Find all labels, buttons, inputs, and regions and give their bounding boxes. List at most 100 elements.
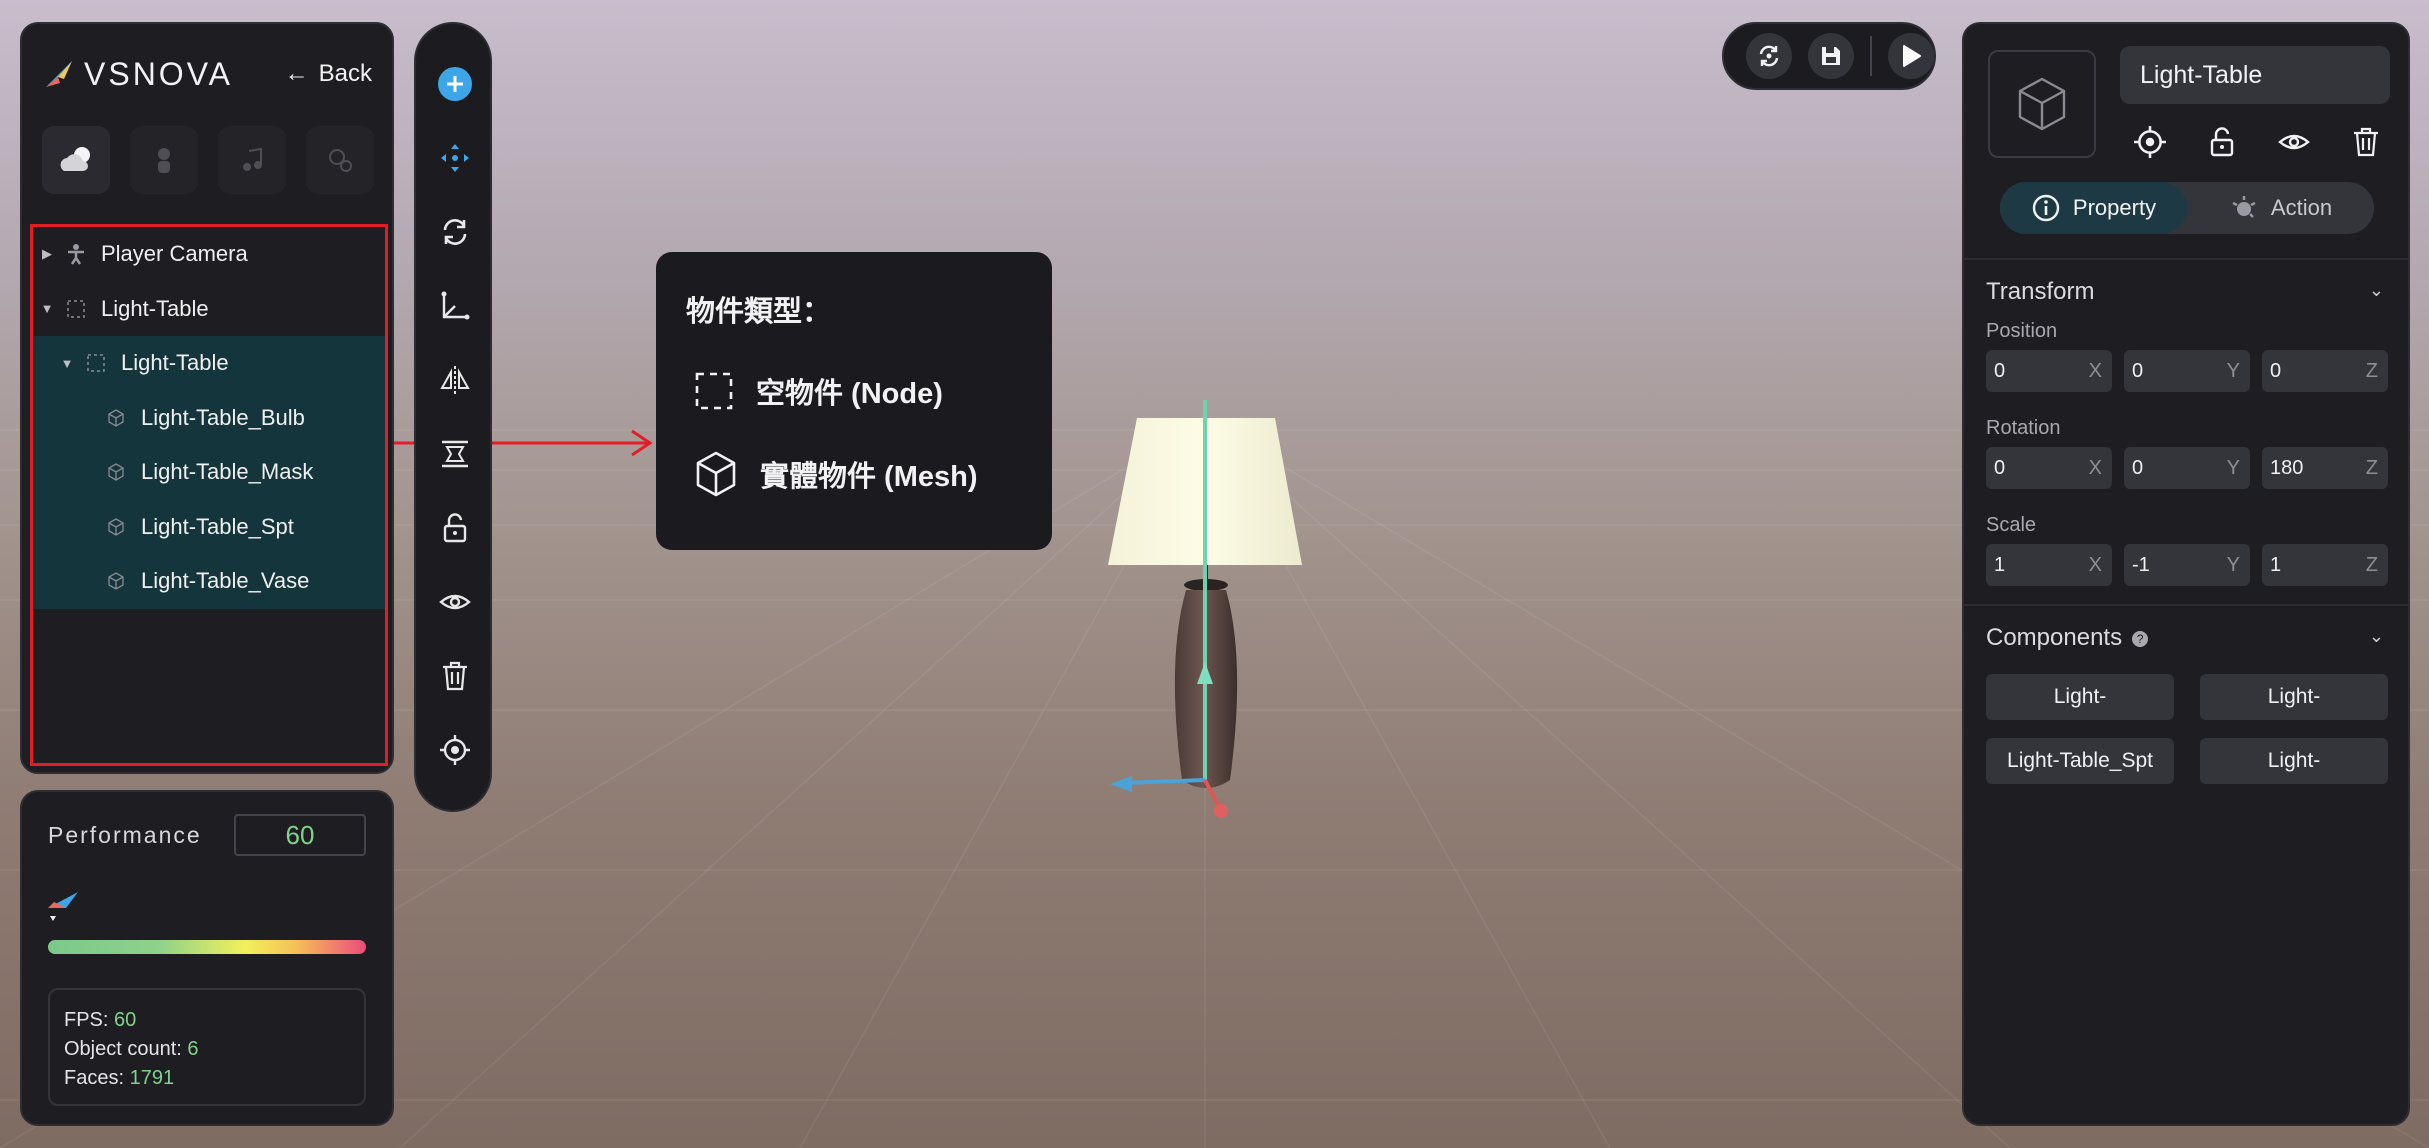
scene-tool-row	[42, 126, 374, 194]
component-button[interactable]: Light-	[2200, 674, 2388, 720]
move-arrows-icon	[441, 144, 469, 172]
performance-label: Performance	[48, 821, 202, 848]
header-row: VSNOVA ← Back	[44, 54, 372, 94]
rotation-x-field[interactable]: 0X	[1986, 447, 2112, 489]
rotate-tool-button[interactable]	[435, 212, 475, 252]
transform-toolbar	[414, 22, 492, 812]
move-tool-button[interactable]	[435, 138, 475, 178]
inspector-divider	[1964, 604, 2408, 606]
tree-item-spt[interactable]: Light-Table_Spt	[33, 499, 385, 554]
arrow-left-icon: ←	[284, 60, 309, 87]
mesh-icon	[2018, 77, 2066, 131]
scale-tool-button[interactable]	[435, 286, 475, 326]
caret-down-icon[interactable]: ▼	[59, 356, 75, 371]
inspector-divider	[1964, 258, 2408, 260]
align-icon	[442, 440, 468, 468]
play-icon	[1903, 45, 1921, 67]
delete-tool-button[interactable]	[435, 656, 475, 696]
focus-object-button[interactable]	[2130, 122, 2170, 162]
hierarchy-panel: VSNOVA ← Back ▶ Player Camera ▼ Light-Ta…	[20, 22, 394, 774]
hierarchy-tree: ▶ Player Camera ▼ Light-Table ▼ Light-Ta…	[30, 224, 388, 766]
eye-icon	[2278, 134, 2310, 150]
mesh-icon	[105, 461, 127, 483]
info-icon	[2032, 194, 2060, 222]
plus-circle-icon	[438, 67, 472, 101]
lock-object-button[interactable]	[2202, 122, 2242, 162]
axis-icon	[441, 291, 470, 320]
visibility-object-button[interactable]	[2274, 122, 2314, 162]
audio-button[interactable]	[218, 126, 286, 194]
align-tool-button[interactable]	[435, 434, 475, 474]
sparkle-icon	[2232, 196, 2256, 218]
object-count-stat: Object count: 6	[64, 1038, 199, 1060]
avatar-button[interactable]	[130, 126, 198, 194]
tab-action-label: Action	[2270, 195, 2333, 220]
component-button[interactable]: Light-Table_Spt	[1986, 738, 2174, 784]
scale-y-field[interactable]: -1 Y	[2124, 544, 2250, 586]
rotation-label: Rotation	[1986, 417, 2061, 439]
back-label: Back	[318, 60, 372, 87]
trash-icon	[443, 661, 467, 691]
tree-item-label: Player Camera	[101, 241, 248, 267]
reset-view-button[interactable]	[1746, 33, 1792, 79]
logo-icon	[46, 61, 72, 87]
performance-header: Performance 60	[48, 814, 366, 856]
tooltip-mesh-label: 實體物件 (Mesh)	[760, 461, 978, 493]
logo-text: VSNOVA	[84, 55, 233, 92]
caret-right-icon[interactable]: ▶	[39, 246, 55, 262]
settings-cog-icon	[329, 149, 352, 172]
position-z-field[interactable]: 0Z	[2262, 350, 2388, 392]
save-button[interactable]	[1808, 33, 1854, 79]
tree-item-mask[interactable]: Light-Table_Mask	[33, 445, 385, 500]
chevron-down-icon[interactable]: ⌄	[2369, 280, 2384, 301]
mesh-icon	[696, 451, 736, 497]
lamp-model[interactable]	[1080, 400, 1340, 840]
tree-item-label: Light-Table_Vase	[141, 568, 310, 594]
tooltip-node-label: 空物件 (Node)	[756, 378, 943, 410]
component-button[interactable]: Light-	[2200, 738, 2388, 784]
position-y-field[interactable]: 0Y	[2124, 350, 2250, 392]
delete-object-button[interactable]	[2346, 122, 2386, 162]
node-icon	[65, 298, 87, 320]
lock-tool-button[interactable]	[435, 508, 475, 548]
object-type-tooltip: 物件類型： 空物件 (Node) 實體物件 (Mesh)	[656, 252, 1052, 550]
add-object-button[interactable]	[435, 64, 475, 104]
scale-z-field[interactable]: 1Z	[2262, 544, 2388, 586]
rotation-y-field[interactable]: 0Y	[2124, 447, 2250, 489]
object-name-field[interactable]: Light-Table	[2120, 46, 2390, 104]
chevron-down-icon[interactable]: ⌄	[2369, 626, 2384, 647]
fps-stat: FPS: 60	[64, 1009, 137, 1031]
tab-action[interactable]: Action	[2187, 182, 2374, 234]
focus-tool-button[interactable]	[435, 730, 475, 770]
component-button[interactable]: Light-	[1986, 674, 2174, 720]
caret-down-icon[interactable]: ▼	[39, 301, 55, 316]
node-icon	[85, 352, 107, 374]
tree-item-vase[interactable]: Light-Table_Vase	[33, 554, 385, 609]
performance-stats: FPS: 60 Object count: 6 Faces: 1791	[48, 988, 366, 1106]
play-button[interactable]	[1888, 33, 1934, 79]
scale-x-field[interactable]: 1X	[1986, 544, 2112, 586]
back-button[interactable]: ← Back	[285, 60, 372, 88]
position-x-field[interactable]: 0X	[1986, 350, 2112, 392]
tab-property[interactable]: Property	[2000, 182, 2187, 234]
rotation-z-field[interactable]: 180 Z	[2262, 447, 2388, 489]
tree-item-bulb[interactable]: Light-Table_Bulb	[33, 390, 385, 445]
tree-item-light-table[interactable]: ▼ Light-Table	[33, 336, 385, 391]
tree-item-label: Light-Table	[121, 350, 229, 376]
visibility-tool-button[interactable]	[435, 582, 475, 622]
tree-item-light-table-root[interactable]: ▼ Light-Table	[33, 282, 385, 337]
tab-property-label: Property	[2072, 195, 2157, 220]
inspector-tabs: Property Action	[2000, 182, 2374, 234]
mirror-icon	[440, 366, 470, 394]
music-note-icon	[243, 147, 262, 171]
tree-item-label: Light-Table_Bulb	[141, 404, 305, 430]
effects-button[interactable]	[306, 126, 374, 194]
mirror-tool-button[interactable]	[435, 360, 475, 400]
person-icon	[158, 148, 170, 173]
tree-item-player-camera[interactable]: ▶ Player Camera	[33, 227, 385, 282]
environment-button[interactable]	[42, 126, 110, 194]
performance-marker-icon	[48, 892, 78, 921]
object-thumbnail	[1988, 50, 2096, 158]
tooltip-node-row: 空物件 (Node)	[694, 370, 943, 412]
help-icon[interactable]: ?	[2132, 630, 2149, 647]
